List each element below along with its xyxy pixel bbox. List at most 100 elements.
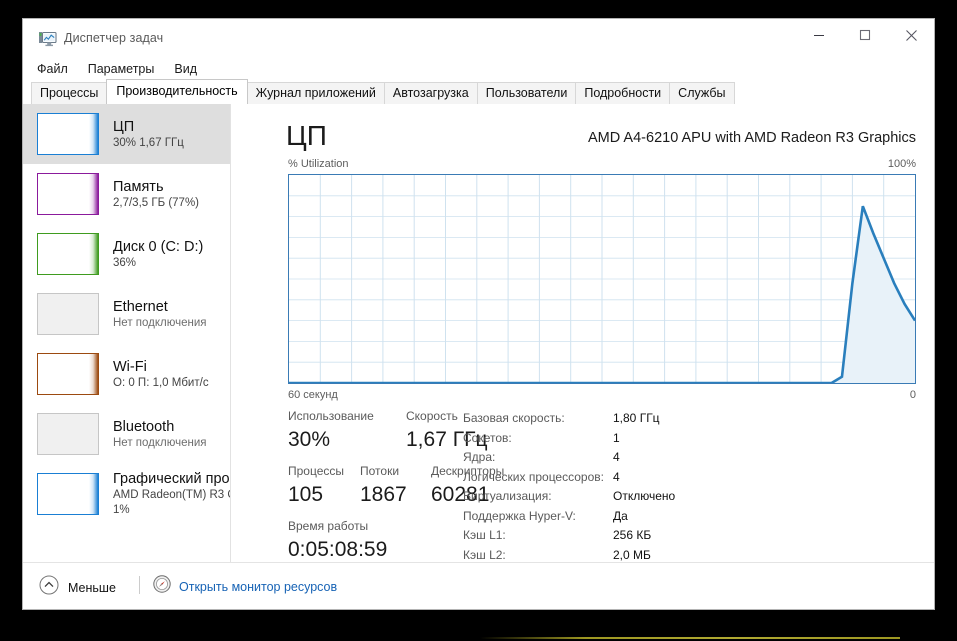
sidebar-thumbnail-chart	[37, 173, 99, 215]
sidebar-item-sublabel: Нет подключения	[113, 436, 207, 449]
detail-label: Виртуализация:	[463, 489, 552, 503]
footer-bar: Меньше Открыть монитор ресурсов	[23, 562, 934, 609]
close-button[interactable]	[888, 19, 934, 51]
chevron-up-circle-icon	[39, 575, 59, 600]
sidebar-item-0[interactable]: ЦП 30% 1,67 ГГц	[23, 104, 230, 164]
detail-label: Базовая скорость:	[463, 411, 565, 425]
sidebar-item-label: Wi-Fi	[113, 358, 147, 375]
sidebar-thumbnail-chart	[37, 233, 99, 275]
sidebar-thumbnail-chart	[37, 293, 99, 335]
sidebar-item-label: Диск 0 (C: D:)	[113, 238, 204, 255]
sidebar-item-sublabel: AMD Radeon(TM) R3 Gr	[113, 489, 231, 501]
thumbnail-sparkline	[89, 174, 98, 214]
desktop-sliver	[480, 637, 900, 639]
detail-row-0: Базовая скорость: 1,80 ГГц	[463, 409, 924, 429]
sidebar-item-5[interactable]: Bluetooth Нет подключения	[23, 404, 230, 464]
cpu-utilization-chart[interactable]	[288, 174, 916, 384]
tab-strip: Процессы Производительность Журнал приложе…	[23, 79, 934, 105]
cpu-model-label: AMD A4-6210 APU with AMD Radeon R3 Graph…	[587, 130, 916, 146]
tab-label: Автозагрузка	[392, 86, 469, 100]
sidebar-item-label: Память	[113, 178, 164, 195]
tab-label: Подробности	[584, 86, 662, 100]
task-manager-icon	[39, 31, 57, 47]
sidebar-thumbnail-chart	[37, 473, 99, 515]
tab-label: Журнал приложений	[255, 86, 376, 100]
utilization-value: 30%	[288, 428, 331, 451]
detail-value: 4	[613, 450, 620, 464]
tab-5[interactable]: Подробности	[575, 82, 671, 105]
menu-item-options[interactable]: Параметры	[88, 62, 155, 76]
footer-divider	[139, 576, 140, 594]
sidebar-item-text: Wi-Fi О: 0 П: 1,0 Мбит/с	[113, 358, 209, 391]
speed-label: Скорость	[406, 409, 458, 423]
sidebar-item-label: Графический про	[113, 471, 230, 487]
thumbnail-sparkline	[89, 114, 98, 154]
chart-x-axis-start: 60 секунд	[288, 389, 338, 401]
detail-value: Отключено	[613, 489, 676, 503]
sidebar-item-4[interactable]: Wi-Fi О: 0 П: 1,0 Мбит/с	[23, 344, 230, 404]
sidebar-item-text: Bluetooth Нет подключения	[113, 418, 207, 451]
detail-label: Ядра:	[463, 450, 496, 464]
threads-label: Потоки	[360, 464, 400, 478]
menu-bar: Файл Параметры Вид	[23, 57, 217, 81]
page-title: ЦП	[286, 120, 327, 151]
chart-y-axis-max: 100%	[887, 158, 916, 170]
maximize-button[interactable]	[842, 19, 888, 51]
threads-value: 1867	[360, 483, 407, 506]
sidebar-item-6[interactable]: Графический про AMD Radeon(TM) R3 Gr 1%	[23, 464, 230, 524]
detail-label: Сокетов:	[463, 430, 512, 445]
sidebar-item-sublabel: 30% 1,67 ГГц	[113, 136, 184, 149]
detail-row-6: Кэш L1: 256 КБ	[463, 526, 924, 546]
sidebar-item-text: Диск 0 (C: D:) 36%	[113, 238, 203, 271]
fewer-details-label: Меньше	[68, 580, 116, 595]
open-resource-monitor-link[interactable]: Открыть монитор ресурсов	[153, 575, 337, 598]
sidebar-item-text: Память 2,7/3,5 ГБ (77%)	[113, 178, 199, 211]
thumbnail-sparkline	[89, 354, 98, 394]
window-title: Диспетчер задач	[64, 31, 164, 45]
detail-row-4: Виртуализация: Отключено	[463, 487, 924, 507]
fewer-details-button[interactable]: Меньше	[39, 575, 116, 600]
detail-label: Поддержка Hyper-V:	[463, 508, 576, 523]
tab-6[interactable]: Службы	[669, 82, 735, 105]
menu-item-file[interactable]: Файл	[37, 62, 68, 76]
chart-y-axis-label: % Utilization	[288, 158, 349, 170]
open-resource-monitor-label: Открыть монитор ресурсов	[179, 579, 338, 594]
sidebar-item-sublabel: Нет подключения	[113, 316, 207, 329]
sidebar-thumbnail-chart	[37, 353, 99, 395]
detail-row-3: Логических процессоров: 4	[463, 468, 924, 488]
sidebar-list: ЦП 30% 1,67 ГГц Память 2,7/3,5 ГБ (77%) Диск…	[23, 104, 230, 524]
tab-label: Производительность	[116, 84, 238, 98]
resource-sidebar[interactable]: ЦП 30% 1,67 ГГц Память 2,7/3,5 ГБ (77%) Диск…	[23, 104, 231, 563]
title-bar: Диспетчер задач	[23, 19, 934, 61]
minimize-button[interactable]	[796, 19, 842, 51]
sidebar-item-label: ЦП	[113, 118, 135, 135]
resource-monitor-icon	[153, 575, 171, 598]
tab-3[interactable]: Автозагрузка	[383, 82, 478, 105]
detail-value: 1,80 ГГц	[613, 411, 660, 425]
content-area: ЦП 30% 1,67 ГГц Память 2,7/3,5 ГБ (77%) Диск…	[23, 104, 934, 563]
cpu-detail-pane: ЦП AMD A4-6210 APU with AMD Radeon R3 Gr…	[231, 104, 934, 563]
tab-0[interactable]: Процессы	[31, 82, 108, 105]
processes-value: 105	[288, 483, 324, 506]
detail-value: Да	[613, 508, 628, 523]
detail-label: Кэш L1:	[463, 528, 506, 542]
tab-2[interactable]: Журнал приложений	[246, 82, 385, 105]
tab-4[interactable]: Пользователи	[476, 82, 577, 105]
sidebar-item-text: ЦП 30% 1,67 ГГц	[113, 118, 184, 151]
sidebar-item-2[interactable]: Диск 0 (C: D:) 36%	[23, 224, 230, 284]
detail-value: 4	[613, 469, 620, 484]
sidebar-item-label: Bluetooth	[113, 418, 175, 435]
sidebar-item-text: Графический про AMD Radeon(TM) R3 Gr 1%	[113, 470, 230, 518]
sidebar-item-1[interactable]: Память 2,7/3,5 ГБ (77%)	[23, 164, 230, 224]
detail-row-2: Ядра: 4	[463, 448, 924, 468]
detail-value: 1	[613, 430, 620, 445]
tab-label: Службы	[678, 86, 726, 100]
sidebar-item-label: Ethernet	[113, 298, 168, 315]
processes-label: Процессы	[288, 464, 345, 478]
chart-svg	[289, 175, 915, 383]
menu-item-view[interactable]: Вид	[174, 62, 197, 76]
thumbnail-sparkline	[89, 234, 98, 274]
sidebar-item-3[interactable]: Ethernet Нет подключения	[23, 284, 230, 344]
sidebar-item-sublabel-2: 1%	[113, 504, 130, 516]
tab-1[interactable]: Производительность	[106, 79, 248, 104]
